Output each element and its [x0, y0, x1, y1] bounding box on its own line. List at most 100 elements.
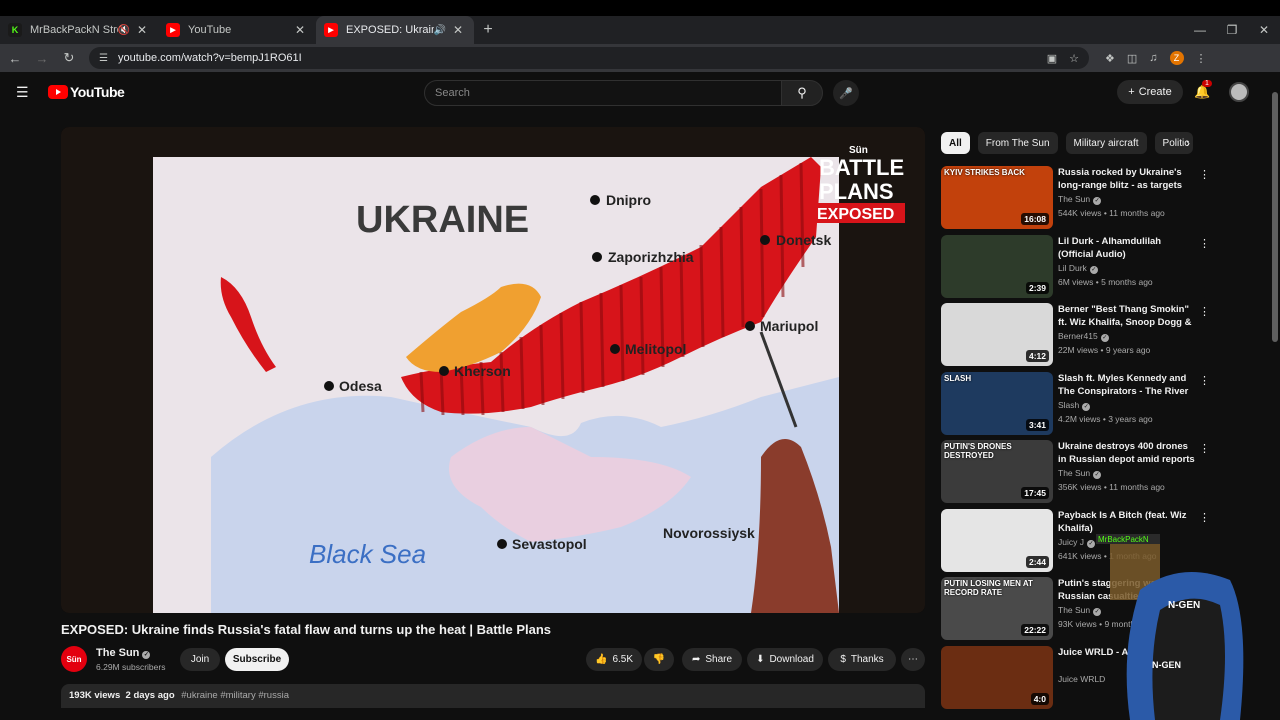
more-options-icon[interactable]: ⋮: [1199, 442, 1210, 455]
search-input[interactable]: Search: [424, 80, 782, 106]
window-title-bar: [0, 0, 1280, 16]
media-icon[interactable]: ♫: [1149, 52, 1157, 64]
extensions-icon[interactable]: ❖: [1105, 52, 1115, 65]
create-button[interactable]: + Create: [1117, 80, 1183, 104]
video-thumbnail[interactable]: PUTIN LOSING MEN AT RECORD RATE 22:22: [941, 577, 1053, 640]
video-thumbnail[interactable]: PUTIN'S DRONES DESTROYED 17:45: [941, 440, 1053, 503]
description-box[interactable]: 193K views 2 days ago #ukraine #military…: [61, 684, 925, 708]
recommendation-title[interactable]: Lil Durk - Alhamdulilah (Official Audio): [1058, 235, 1198, 261]
thanks-label: Thanks: [850, 654, 884, 665]
more-options-icon[interactable]: ⋮: [1199, 374, 1210, 387]
install-app-icon[interactable]: ▣: [1047, 52, 1057, 65]
download-button[interactable]: ⬇ Download: [747, 648, 823, 671]
scrollbar[interactable]: [1272, 84, 1278, 720]
url-field[interactable]: ☰ youtube.com/watch?v=bempJ1RO61I ▣ ☆: [89, 47, 1089, 69]
tab-video[interactable]: ▶ EXPOSED: Ukraine finds Ru 🔊 ✕: [316, 16, 474, 44]
video-thumbnail[interactable]: SLASH 3:41: [941, 371, 1053, 435]
chip-military-aircraft[interactable]: Military aircraft: [1065, 132, 1147, 154]
recommendation-channel[interactable]: The Sun ✓: [1058, 468, 1102, 479]
battle-plans-logo: Sün BATTLE PLANS EXPOSED: [815, 145, 905, 223]
thanks-button[interactable]: $ Thanks: [828, 648, 896, 671]
back-icon[interactable]: ←: [3, 46, 27, 70]
recommendation-channel[interactable]: The Sun ✓: [1058, 194, 1102, 205]
city-label: Melitopol: [625, 341, 686, 357]
tab-strip: K MrBackPackN Stream - Wa 🔇 ✕ ▶ YouTube …: [0, 16, 1280, 44]
video-thumbnail[interactable]: 4:0: [941, 645, 1053, 709]
tab-title: EXPOSED: Ukraine finds Ru: [346, 24, 434, 36]
recommendation-card[interactable]: PUTIN'S DRONES DESTROYED 17:45 Ukraine des…: [941, 440, 1211, 504]
recommendation-card[interactable]: KYIV STRIKES BACK 16:08 Russia rocked by U…: [941, 166, 1211, 230]
video-thumbnail[interactable]: KYIV STRIKES BACK 16:08: [941, 166, 1053, 229]
recommendation-card[interactable]: SLASH 3:41 Slash ft. Myles Kennedy and The…: [941, 371, 1211, 436]
account-avatar[interactable]: [1229, 82, 1249, 102]
youtube-wordmark: YouTube: [70, 84, 125, 100]
recommendation-channel[interactable]: Lil Durk ✓: [1058, 263, 1098, 274]
upload-age: 2 days ago: [125, 690, 175, 701]
recommendation-card[interactable]: 4:12 Berner "Best Thang Smokin" ft. Wiz K…: [941, 303, 1211, 367]
view-count: 193K views: [69, 690, 121, 701]
site-info-icon[interactable]: ☰: [99, 53, 108, 64]
recommendation-channel[interactable]: Slash ✓: [1058, 399, 1091, 411]
more-icon: ⋯: [908, 654, 918, 665]
video-thumbnail[interactable]: 2:44: [941, 508, 1053, 572]
recommendation-title[interactable]: Slash ft. Myles Kennedy and The Conspira…: [1058, 372, 1198, 398]
recommendation-title[interactable]: Russia rocked by Ukraine's long-range bl…: [1058, 166, 1198, 192]
bookmark-star-icon[interactable]: ☆: [1069, 52, 1079, 65]
channel-text: Slash: [1058, 399, 1080, 410]
subscriber-count: 6.29M subscribers: [96, 662, 166, 672]
join-button[interactable]: Join: [180, 648, 220, 671]
youtube-icon: ▶: [166, 23, 180, 37]
chevron-right-icon[interactable]: ›: [1186, 136, 1190, 150]
browser-menu-icon[interactable]: ⋮: [1196, 52, 1207, 65]
more-options-icon[interactable]: ⋮: [1199, 305, 1210, 318]
more-options-icon[interactable]: ⋮: [1199, 168, 1210, 181]
recommendation-card[interactable]: 2:39 Lil Durk - Alhamdulilah (Official Au…: [941, 234, 1211, 299]
download-label: Download: [769, 654, 814, 665]
age-text: 5 months ago: [1101, 276, 1153, 287]
split-view-icon[interactable]: ◫: [1127, 52, 1137, 65]
tab-title: YouTube: [188, 24, 232, 36]
tab-kick-stream[interactable]: K MrBackPackN Stream - Wa 🔇 ✕: [0, 16, 158, 44]
chip-all[interactable]: All: [941, 132, 970, 154]
profile-avatar[interactable]: Z: [1169, 51, 1184, 65]
voice-search-button[interactable]: 🎤: [833, 80, 859, 106]
scrollbar-thumb[interactable]: [1272, 92, 1278, 342]
maximize-icon[interactable]: ❐: [1216, 16, 1248, 44]
video-thumbnail[interactable]: 4:12: [941, 303, 1053, 366]
youtube-icon: ▶: [324, 23, 338, 37]
close-tab-icon[interactable]: ✕: [450, 23, 466, 37]
recommendation-channel[interactable]: Berner415 ✓: [1058, 331, 1109, 342]
new-tab-button[interactable]: +: [474, 16, 502, 44]
search-button[interactable]: ⚲: [781, 80, 823, 106]
share-button[interactable]: ➦ Share: [682, 648, 742, 671]
video-thumbnail[interactable]: 2:39: [941, 234, 1053, 298]
more-options-icon[interactable]: ⋮: [1199, 237, 1210, 250]
minimize-icon[interactable]: —: [1184, 16, 1216, 44]
recommendation-title[interactable]: Ukraine destroys 400 drones in Russian d…: [1058, 440, 1198, 466]
notifications-button[interactable]: 🔔 1: [1194, 80, 1212, 100]
subscribe-button[interactable]: Subscribe: [225, 648, 289, 671]
forward-icon[interactable]: →: [30, 46, 54, 70]
duration-badge: 4:12: [1025, 350, 1049, 362]
muted-speaker-icon[interactable]: 🔇: [118, 25, 130, 36]
like-button[interactable]: 👍 6.5K: [586, 648, 642, 671]
hashtags[interactable]: #ukraine #military #russia: [181, 690, 289, 701]
youtube-logo[interactable]: YouTube: [48, 84, 125, 100]
chip-from-the-sun[interactable]: From The Sun: [977, 132, 1058, 154]
reload-icon[interactable]: ↻: [57, 46, 81, 70]
city-label: Odesa: [339, 378, 382, 394]
menu-icon[interactable]: ☰: [16, 84, 32, 101]
close-window-icon[interactable]: ✕: [1248, 16, 1280, 44]
dislike-button[interactable]: 👎: [644, 648, 674, 671]
more-actions-button[interactable]: ⋯: [901, 648, 925, 671]
recommendation-title[interactable]: Berner "Best Thang Smokin" ft. Wiz Khali…: [1058, 303, 1198, 329]
tab-youtube[interactable]: ▶ YouTube ✕: [158, 16, 316, 44]
channel-avatar[interactable]: Sün: [61, 646, 87, 672]
tab-title: MrBackPackN Stream - Wa: [30, 24, 118, 36]
like-count: 6.5K: [612, 654, 634, 665]
close-tab-icon[interactable]: ✕: [292, 23, 308, 37]
channel-name[interactable]: The Sun ✓: [96, 647, 151, 659]
close-tab-icon[interactable]: ✕: [134, 23, 150, 37]
speaker-icon[interactable]: 🔊: [434, 25, 446, 36]
video-player[interactable]: UKRAINE Black Sea Dnipro Zaporizhzhia Do…: [61, 127, 925, 613]
